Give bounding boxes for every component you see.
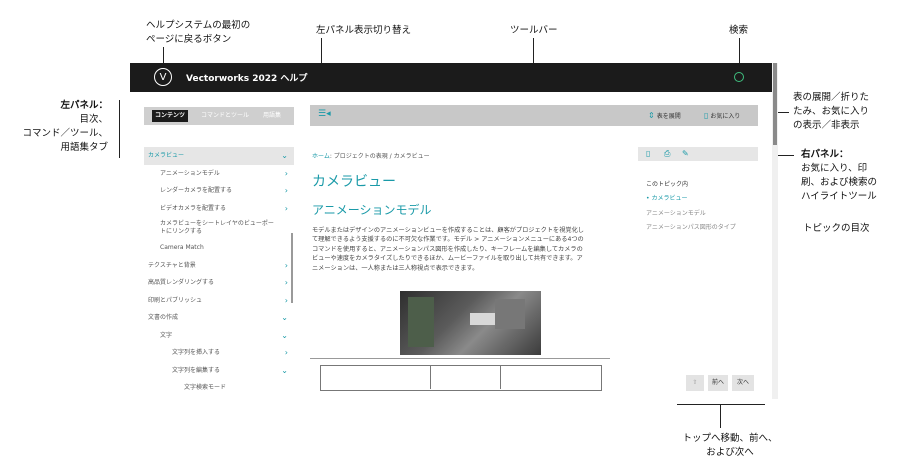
tab-commands-tools[interactable]: コマンドとツール bbox=[198, 110, 252, 122]
tree-item[interactable]: テクスチャと背景 › bbox=[144, 257, 294, 275]
breadcrumb: ホーム: プロジェクトの表現 / カメラビュー bbox=[312, 153, 430, 160]
print-icon[interactable]: ⎙ bbox=[664, 149, 670, 159]
chevron-right-icon[interactable]: › bbox=[285, 200, 288, 218]
chevron-down-icon[interactable]: ⌄ bbox=[281, 327, 288, 345]
chevron-right-icon[interactable]: › bbox=[285, 165, 288, 183]
tree-item[interactable]: 文書の作成 ⌄ bbox=[144, 309, 294, 327]
section-title: アニメーションモデル bbox=[312, 203, 432, 217]
callout-home-button: ヘルプシステムの最初の ページに戻るボタン bbox=[146, 20, 251, 45]
tree-item-label: レンダーカメラを配置する bbox=[160, 187, 233, 194]
tree-item-label: 高品質レンダリングする bbox=[148, 279, 215, 286]
left-scrollbar[interactable] bbox=[291, 233, 293, 303]
left-panel-tabs: コンテンツ コマンドとツール 用語集 bbox=[144, 107, 294, 125]
chevron-down-icon[interactable]: ⌄ bbox=[281, 147, 288, 165]
toolbar: ☰◂ ⇕ 表を展開 ▯ お気に入り bbox=[310, 105, 758, 126]
tree-item[interactable]: レンダーカメラを配置する › bbox=[144, 182, 294, 200]
previous-button[interactable]: 前へ bbox=[708, 375, 728, 391]
tree-item[interactable]: カメラビュー ⌄ bbox=[144, 147, 294, 165]
callout-right-panel: 右パネル： お気に入り、印 刷、および検索の ハイライトツール bbox=[801, 149, 878, 202]
breadcrumb-home-link[interactable]: ホーム bbox=[312, 153, 330, 160]
callout-toolbar: ツールバー bbox=[510, 25, 558, 36]
callout-search: 検索 bbox=[729, 25, 749, 36]
main-scrollbar-thumb[interactable] bbox=[773, 63, 777, 145]
top-bar: V Vectorworks 2022 ヘルプ bbox=[130, 63, 776, 92]
expand-icon: ⇕ bbox=[648, 111, 655, 120]
tree-item-label: 文字列を挿入する bbox=[172, 349, 221, 356]
chevron-right-icon[interactable]: › bbox=[285, 292, 288, 310]
tree-item[interactable]: 文字検索モード bbox=[144, 379, 294, 397]
callout-left-panel: 左パネル： 目次、 コマンド／ツール、 用語集タブ bbox=[22, 100, 108, 153]
tree-item-label: 文書の作成 bbox=[148, 314, 179, 321]
tree-item[interactable]: 文字列属性を編集する bbox=[144, 397, 294, 400]
tree-item-label: 文字列を編集する bbox=[172, 366, 221, 374]
tree-item-label: アニメーションモデル bbox=[160, 169, 220, 177]
highlight-icon[interactable]: ✎ bbox=[682, 149, 689, 158]
chevron-right-icon[interactable]: › bbox=[285, 257, 288, 275]
chevron-down-icon[interactable]: ⌄ bbox=[281, 309, 288, 327]
chevron-right-icon[interactable]: › bbox=[285, 182, 288, 200]
animation-render-image bbox=[400, 291, 541, 355]
contents-tree: カメラビュー ⌄ アニメーションモデル › レンダーカメラを配置する › ビデオカメラを配置… bbox=[144, 147, 294, 399]
tree-item-label: テクスチャと背景 bbox=[148, 261, 196, 269]
expand-tables-button[interactable]: ⇕ 表を展開 bbox=[648, 110, 681, 122]
chevron-right-icon[interactable]: › bbox=[285, 344, 288, 362]
toc-item[interactable]: • カメラビュー bbox=[646, 193, 687, 202]
tree-item[interactable]: 印刷とパブリッシュ › bbox=[144, 292, 294, 310]
tree-item[interactable]: ビデオカメラを配置する › bbox=[144, 200, 294, 218]
toc-title: このトピック内 bbox=[646, 181, 689, 188]
tree-item-label: Camera Match bbox=[160, 244, 204, 251]
toc-item[interactable]: アニメーションパス図形のタイプ bbox=[646, 222, 736, 231]
toc-item[interactable]: アニメーションモデル bbox=[646, 208, 706, 217]
tree-item[interactable]: 文字列を挿入する › bbox=[144, 344, 294, 362]
tree-item[interactable]: Camera Match bbox=[144, 239, 294, 257]
chevron-down-icon[interactable]: ⌄ bbox=[281, 362, 288, 380]
callout-left-panel-toggle: 左パネル表示切り替え bbox=[316, 25, 412, 36]
tree-item-label: カメラビューをシートレイヤのビューポートにリンクする bbox=[160, 220, 274, 235]
tree-item-label: 文字 bbox=[160, 331, 173, 339]
callout-nav-buttons: トップへ移動、前へ、 および次へ bbox=[682, 433, 778, 458]
tree-item[interactable]: 文字 ⌄ bbox=[144, 327, 294, 345]
floor-plan-image bbox=[310, 358, 610, 399]
callout-expand-collapse: 表の展開／折りた たみ、お気に入り の表示／非表示 bbox=[793, 92, 870, 131]
body-paragraph: モデルまたはデザインのアニメーションビューを作成することは、顧客がプロジェクトを… bbox=[312, 227, 584, 272]
tab-glossary[interactable]: 用語集 bbox=[260, 110, 284, 122]
right-panel-toolbar: ▯ ⎙ ✎ bbox=[638, 147, 758, 161]
next-button[interactable]: 次へ bbox=[732, 375, 754, 391]
tree-item[interactable]: アニメーションモデル › bbox=[144, 165, 294, 183]
chevron-right-icon[interactable]: › bbox=[285, 274, 288, 292]
tab-contents[interactable]: コンテンツ bbox=[152, 110, 189, 122]
tree-item-label: 文字検索モード bbox=[184, 384, 227, 391]
tree-item-label: ビデオカメラを配置する bbox=[160, 204, 227, 212]
tree-item[interactable]: 高品質レンダリングする › bbox=[144, 274, 294, 292]
favorites-button[interactable]: ▯ お気に入り bbox=[704, 110, 740, 122]
help-app-window: V Vectorworks 2022 ヘルプ コンテンツ コマンドとツール 用語… bbox=[130, 63, 776, 399]
bookmark-icon[interactable]: ▯ bbox=[646, 149, 650, 158]
left-panel-toggle-icon[interactable]: ☰◂ bbox=[318, 109, 331, 119]
page-title: カメラビュー bbox=[312, 174, 396, 190]
tree-item[interactable]: カメラビューをシートレイヤのビューポートにリンクする bbox=[144, 217, 294, 239]
app-title: Vectorworks 2022 ヘルプ bbox=[186, 74, 308, 84]
tree-item-label: カメラビュー bbox=[148, 152, 185, 159]
back-to-top-button[interactable]: ⇧ bbox=[686, 375, 704, 391]
search-icon[interactable] bbox=[734, 72, 744, 82]
tree-item[interactable]: 文字列を編集する ⌄ bbox=[144, 362, 294, 380]
callout-topic-toc: トピックの目次 bbox=[803, 223, 870, 234]
home-logo-button[interactable]: V bbox=[154, 68, 172, 86]
tree-item-label: 印刷とパブリッシュ bbox=[148, 296, 203, 304]
bookmark-icon: ▯ bbox=[704, 111, 709, 120]
